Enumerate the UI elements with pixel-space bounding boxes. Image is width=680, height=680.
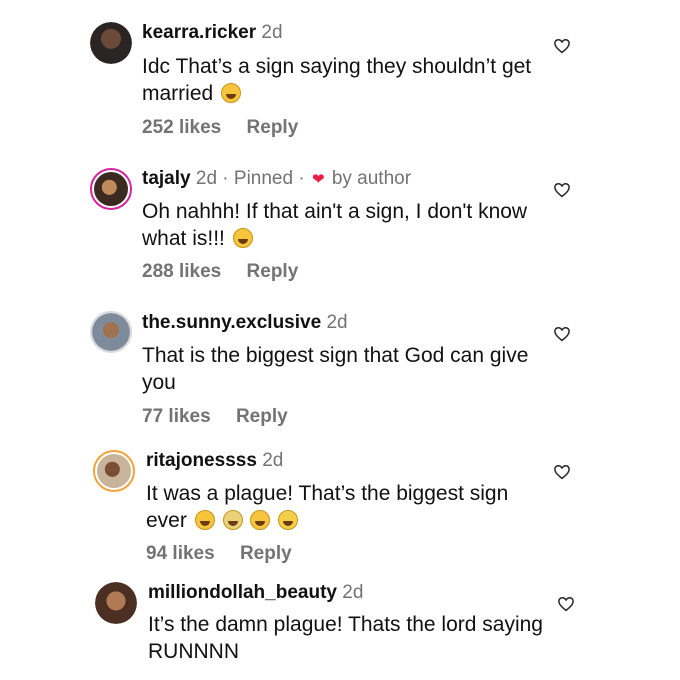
tears-of-joy-emoji-icon xyxy=(221,83,242,103)
comment-username[interactable]: the.sunny.exclusive xyxy=(142,312,321,333)
comment-likes[interactable]: 77 likes xyxy=(142,406,211,427)
comment-likes[interactable]: 94 likes xyxy=(146,543,215,564)
comment-time: 2d xyxy=(195,168,218,189)
liked-by-author-label: by author xyxy=(331,168,412,189)
comment-username[interactable]: ritajonessss xyxy=(146,450,257,471)
comment-time: 2d xyxy=(261,22,283,43)
heart-outline-icon[interactable] xyxy=(553,181,571,199)
heart-outline-icon[interactable] xyxy=(553,325,571,343)
comment-time: 2d xyxy=(326,312,348,333)
comment-username[interactable]: tajaly xyxy=(142,168,191,189)
pinned-label: · Pinned · xyxy=(222,168,305,189)
raised-eyebrow-emoji-icon xyxy=(250,510,271,530)
avatar[interactable] xyxy=(93,450,135,492)
grimacing-face-emoji-icon xyxy=(278,510,299,530)
flushed-face-emoji-icon xyxy=(194,510,215,530)
comments-list: kearra.ricker 2d Idc That’s a sign sayin… xyxy=(0,0,680,680)
comment-likes[interactable]: 252 likes xyxy=(142,117,221,138)
comment-username[interactable]: milliondollah_beauty xyxy=(148,582,337,603)
comment-text: Idc That’s a sign saying they shouldn’t … xyxy=(142,55,532,105)
comment-time: 2d xyxy=(342,582,364,603)
comment-likes[interactable]: 288 likes xyxy=(142,261,221,282)
reply-button[interactable]: Reply xyxy=(247,117,299,138)
comment-username[interactable]: kearra.ricker xyxy=(142,22,256,43)
heart-filled-icon: ❤ xyxy=(311,171,325,188)
tears-of-joy-emoji-icon xyxy=(232,228,253,248)
comment-time: 2d xyxy=(262,450,284,471)
avatar[interactable] xyxy=(90,311,132,353)
avatar[interactable] xyxy=(95,582,137,624)
reply-button[interactable]: Reply xyxy=(247,261,299,282)
comment-text: It’s the damn plague! Thats the lord say… xyxy=(148,613,543,663)
comment-text: That is the biggest sign that God can gi… xyxy=(142,344,529,394)
avatar[interactable] xyxy=(90,22,132,64)
avatar[interactable] xyxy=(90,168,132,210)
heart-outline-icon[interactable] xyxy=(553,37,571,55)
comment-text: Oh nahhh! If that ain't a sign, I don't … xyxy=(142,200,528,250)
heart-outline-icon[interactable] xyxy=(553,463,571,481)
reply-button[interactable]: Reply xyxy=(240,543,292,564)
heart-outline-icon[interactable] xyxy=(557,595,575,613)
screaming-face-emoji-icon xyxy=(222,510,243,530)
reply-button[interactable]: Reply xyxy=(236,406,288,427)
